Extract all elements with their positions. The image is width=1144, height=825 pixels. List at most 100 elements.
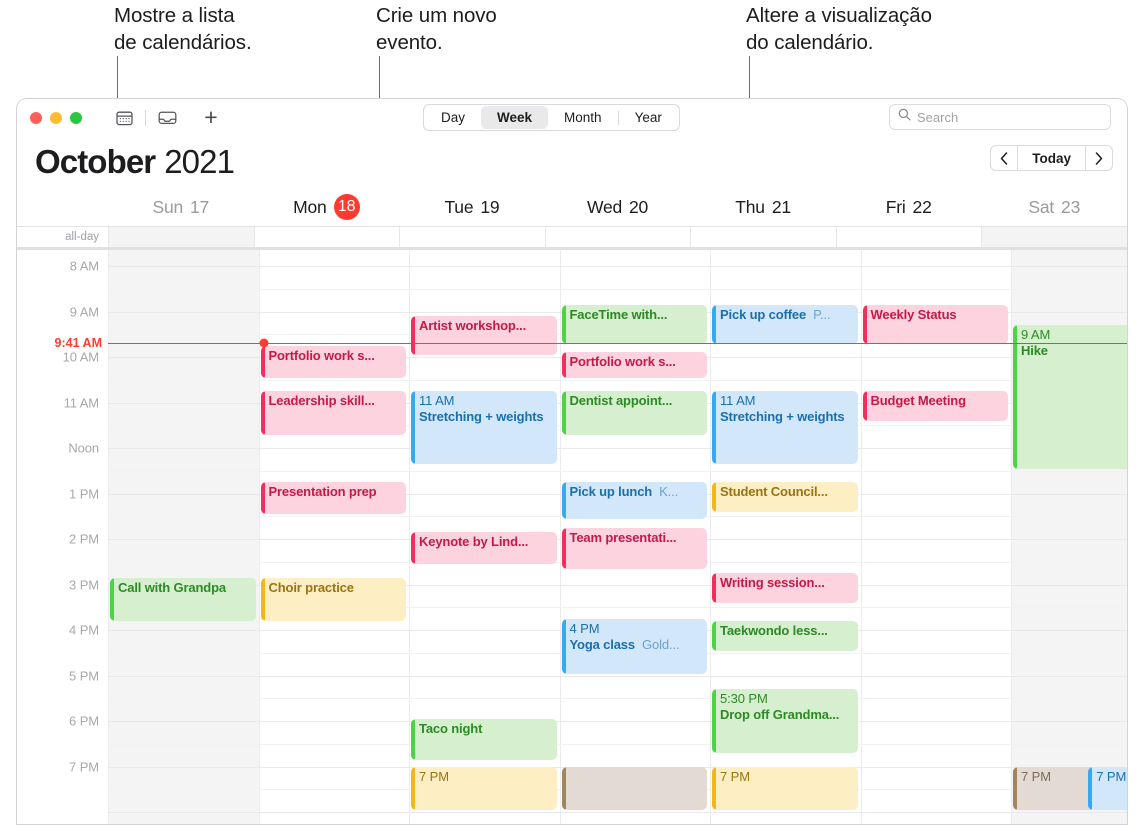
event-color-bar <box>712 573 716 603</box>
tab-day[interactable]: Day <box>425 106 481 129</box>
calendar-event[interactable]: 11 AM Stretching + weights <box>411 391 557 465</box>
today-button[interactable]: Today <box>1018 145 1085 171</box>
event-title: Dentist appoint... <box>569 393 673 409</box>
half-hour-gridline <box>108 288 1127 290</box>
calendar-event[interactable]: Portfolio work s... <box>260 345 406 378</box>
event-subtitle: Gold... <box>634 636 680 652</box>
calendar-event[interactable]: Presentation prep <box>260 482 406 515</box>
event-time: 11 AM <box>419 393 455 409</box>
all-day-cell-sun[interactable] <box>108 227 254 247</box>
event-title: Yoga class <box>569 636 636 652</box>
calendar-event[interactable]: 9 AM Hike <box>1013 325 1127 469</box>
calendar-event[interactable]: Artist workshop... <box>411 316 557 355</box>
calendar-event[interactable]: Keynote by Lind... <box>411 532 557 565</box>
event-time: 5:30 PM <box>720 691 768 707</box>
all-day-label: all-day <box>65 231 99 243</box>
close-window-button[interactable] <box>30 111 42 124</box>
chevron-right-icon <box>1095 151 1103 165</box>
day-column-sun[interactable] <box>108 250 259 824</box>
day-header-name: Wed <box>586 196 623 217</box>
calendar-event[interactable]: Pick up lunch K... <box>561 482 707 519</box>
day-header-number: 19 <box>480 196 500 217</box>
calendar-event[interactable]: 7 PM <box>1088 766 1127 810</box>
all-day-cell-tue[interactable] <box>399 227 545 247</box>
calendar-event[interactable] <box>561 766 707 810</box>
calendar-event[interactable]: Portfolio work s... <box>561 352 707 378</box>
event-title: FaceTime with... <box>569 306 668 322</box>
hour-label: 3 PM <box>69 577 99 592</box>
callout-annotations: Mostre a lista de calendários. Crie um n… <box>0 0 1144 116</box>
all-day-cell-mon[interactable] <box>253 227 400 247</box>
day-header-today-badge: 18 <box>333 194 360 220</box>
calendar-event[interactable]: Choir practice <box>260 577 406 622</box>
event-color-bar <box>260 345 265 378</box>
day-header-sat[interactable]: Sat 23 <box>981 188 1127 226</box>
day-header-wed[interactable]: Wed 20 <box>545 188 691 226</box>
calendar-window: + Day Week Month Year Search October 202… <box>16 98 1128 825</box>
event-color-bar <box>1013 766 1017 810</box>
hour-label: Noon <box>68 440 99 456</box>
calendar-event[interactable]: Leadership skill... <box>260 391 406 435</box>
day-header-thu[interactable]: Thu 21 <box>690 188 836 226</box>
maximize-window-button[interactable] <box>70 111 82 124</box>
hour-label: 6 PM <box>69 713 99 729</box>
calendar-event[interactable]: 4 PM Yoga class Gold... <box>561 618 707 674</box>
calendar-event[interactable]: 11 AM Stretching + weights <box>712 391 858 465</box>
hour-label: 5 PM <box>69 668 99 683</box>
callout-leader-calendar-list <box>117 56 119 104</box>
calendar-event[interactable]: 7 PM <box>411 766 557 810</box>
next-week-button[interactable] <box>1085 145 1113 171</box>
current-time-dot <box>259 338 268 348</box>
calendar-title-bar: October 2021 Today <box>17 136 1127 188</box>
traffic-lights <box>30 111 82 124</box>
previous-week-button[interactable] <box>990 145 1019 171</box>
all-day-row: all-day <box>17 226 1127 250</box>
all-day-cell-fri[interactable] <box>835 227 982 247</box>
day-header-tue[interactable]: Tue 19 <box>399 188 545 226</box>
event-title: Stretching + weights <box>720 409 845 425</box>
tab-week[interactable]: Week <box>481 106 549 129</box>
calendar-event[interactable]: Taekwondo less... <box>712 620 858 651</box>
calendar-event[interactable]: FaceTime with... <box>561 304 707 344</box>
calendar-event[interactable]: Writing session... <box>712 573 858 603</box>
tab-month[interactable]: Month <box>548 106 618 129</box>
calendar-event[interactable]: Team presentati... <box>561 527 707 569</box>
inbox-icon[interactable] <box>155 106 179 130</box>
day-column-mon[interactable] <box>258 250 410 824</box>
calendar-icon[interactable] <box>112 106 136 130</box>
event-title: Drop off Grandma... <box>720 707 840 723</box>
calendar-event[interactable]: Pick up coffee P... <box>712 304 858 344</box>
day-header-fri[interactable]: Fri 22 <box>836 188 982 226</box>
calendar-event[interactable]: Taco night <box>411 718 557 760</box>
event-title: Presentation prep <box>268 484 377 500</box>
calendar-event[interactable]: Call with Grandpa <box>110 577 256 622</box>
search-placeholder: Search <box>917 109 959 125</box>
hour-label: 4 PM <box>69 622 99 638</box>
hour-gridline <box>108 721 1127 722</box>
event-color-bar <box>561 527 566 569</box>
event-time: 7 PM <box>1096 768 1127 784</box>
calendar-event[interactable]: Student Council... <box>712 482 858 512</box>
callout-change-view: Altere a visualização do calendário. <box>746 4 932 54</box>
toolbar-divider <box>145 109 146 126</box>
calendar-event[interactable]: 7 PM <box>712 766 858 810</box>
day-header-mon[interactable]: Mon 18 <box>254 188 400 226</box>
day-header-name: Thu <box>735 196 765 217</box>
add-event-button[interactable]: + <box>200 106 222 129</box>
day-header-number: 21 <box>771 196 791 217</box>
all-day-cell-thu[interactable] <box>690 227 836 247</box>
event-color-bar <box>712 689 716 754</box>
day-header-sun[interactable]: Sun 17 <box>108 188 254 226</box>
all-day-cell-wed[interactable] <box>544 227 691 247</box>
search-field[interactable]: Search <box>889 104 1111 130</box>
calendar-event[interactable]: Dentist appoint... <box>561 391 707 435</box>
tab-year[interactable]: Year <box>619 106 678 129</box>
event-time: 11 AM <box>720 393 756 409</box>
hour-gridline <box>108 812 1127 813</box>
hour-gutter: 8 AM 9 AM 10 AM 11 AM Noon 1 PM 2 PM 3 PM 4 PM 5 … <box>17 250 108 824</box>
calendar-event[interactable]: Budget Meeting <box>862 391 1008 421</box>
calendar-event[interactable]: Weekly Status <box>862 304 1008 344</box>
all-day-cell-sat[interactable] <box>981 227 1127 247</box>
calendar-event[interactable]: 5:30 PM Drop off Grandma... <box>712 689 858 754</box>
minimize-window-button[interactable] <box>50 111 62 124</box>
